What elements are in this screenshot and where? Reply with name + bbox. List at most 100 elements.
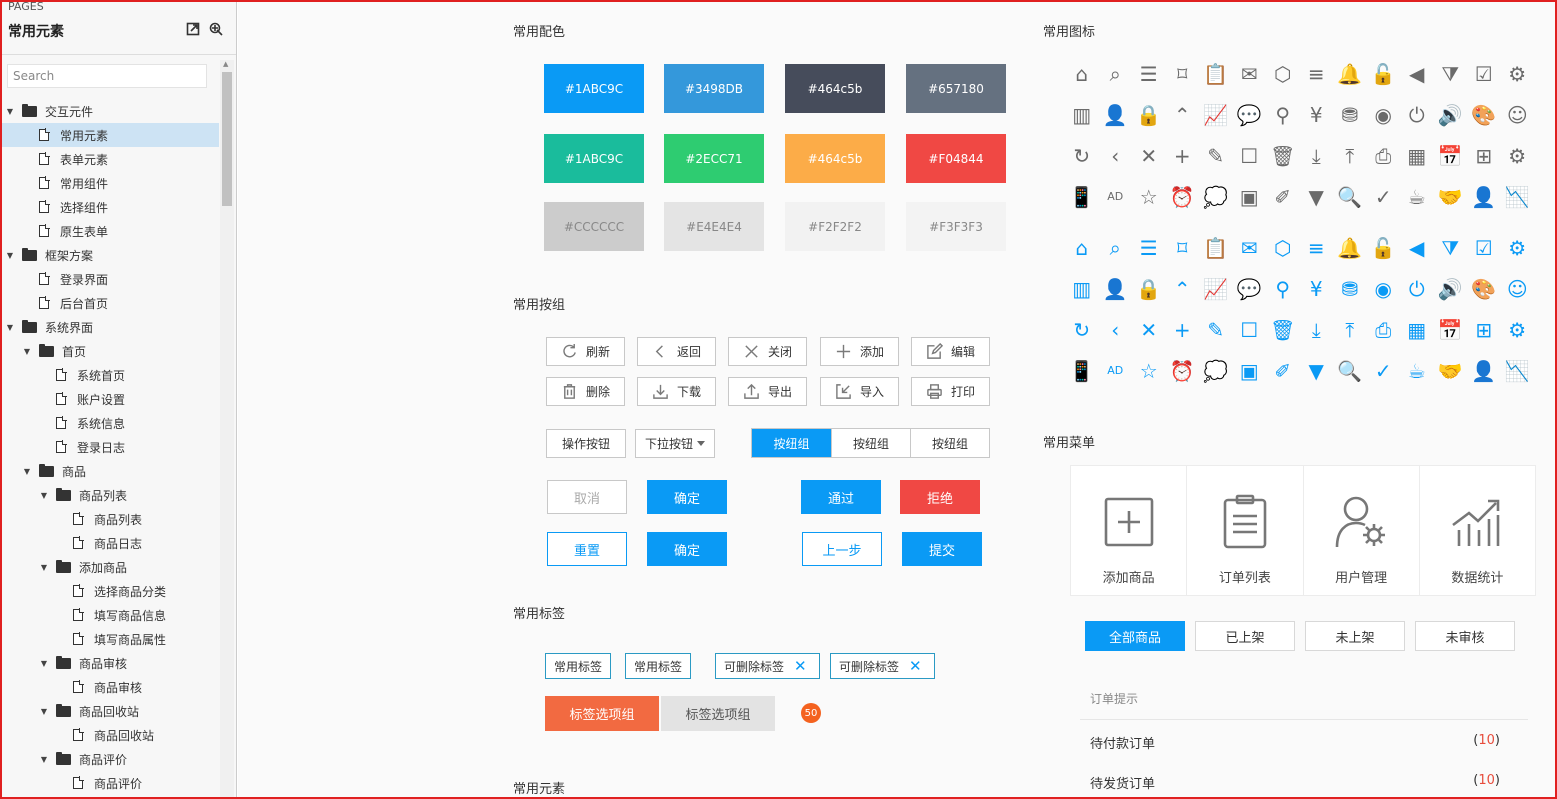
blue-glyph-icon[interactable]: ↻ (1065, 309, 1099, 350)
blue-glyph-icon[interactable]: ⤓ (1300, 309, 1334, 350)
tag-option-tab-active[interactable]: 标签选项组 (545, 696, 659, 731)
blue-glyph-icon[interactable]: ⤒ (1333, 309, 1367, 350)
segment-button-3[interactable]: 按纽组 (910, 429, 989, 457)
gray-glyph-icon[interactable]: 🔒 (1132, 94, 1166, 135)
submit-button[interactable]: 提交 (902, 532, 982, 566)
filter-tab-all[interactable]: 全部商品 (1085, 621, 1185, 651)
blue-glyph-icon[interactable]: ◀ (1400, 227, 1434, 268)
blue-glyph-icon[interactable]: ☐ (1233, 309, 1267, 350)
tree-folder[interactable]: ▼ 商品列表 (0, 483, 219, 507)
caret-down-icon[interactable]: ▼ (40, 755, 48, 764)
caret-down-icon[interactable]: ▼ (6, 323, 14, 332)
blue-glyph-icon[interactable]: ⚙ (1501, 309, 1535, 350)
gray-glyph-icon[interactable]: ✓ (1367, 176, 1401, 217)
blue-glyph-icon[interactable]: ☑ (1467, 227, 1501, 268)
blue-glyph-icon[interactable]: 📅 (1434, 309, 1468, 350)
tree-folder[interactable]: ▼ 商品回收站 (0, 699, 219, 723)
edit-button[interactable]: 编辑 (911, 337, 990, 366)
gray-glyph-icon[interactable]: ☆ (1132, 176, 1166, 217)
tag[interactable]: 常用标签 (545, 653, 612, 679)
gray-glyph-icon[interactable]: ⤓ (1300, 135, 1334, 176)
gray-glyph-icon[interactable]: ▣ (1233, 176, 1267, 217)
gray-glyph-icon[interactable]: 📈 (1199, 94, 1233, 135)
confirm-button-2[interactable]: 确定 (647, 532, 727, 566)
gray-glyph-icon[interactable]: ⊞ (1467, 135, 1501, 176)
tree-page[interactable]: 常用组件 (0, 171, 219, 195)
gray-glyph-icon[interactable]: ⌃ (1166, 94, 1200, 135)
dropdown-button[interactable]: 下拉按钮 (635, 429, 715, 458)
tree-page[interactable]: 后台首页 (0, 291, 219, 315)
tree-folder[interactable]: ▼ 商品审核 (0, 651, 219, 675)
blue-glyph-icon[interactable]: 👤 (1099, 268, 1133, 309)
filter-tab-unlisted[interactable]: 未上架 (1305, 621, 1405, 651)
blue-glyph-icon[interactable]: ▥ (1065, 268, 1099, 309)
caret-down-icon[interactable]: ▼ (6, 107, 14, 116)
blue-glyph-icon[interactable]: ⌕ (1099, 227, 1133, 268)
close-icon[interactable]: ✕ (909, 658, 922, 674)
blue-glyph-icon[interactable]: ☺ (1501, 268, 1535, 309)
caret-down-icon[interactable]: ▼ (6, 251, 14, 260)
tree-folder[interactable]: ▼ 添加商品 (0, 555, 219, 579)
blue-glyph-icon[interactable]: 🤝 (1434, 350, 1468, 391)
blue-glyph-icon[interactable]: + (1166, 309, 1200, 350)
gray-glyph-icon[interactable]: 👤 (1099, 94, 1133, 135)
caret-down-icon[interactable]: ▼ (40, 491, 48, 500)
blue-glyph-icon[interactable]: ✕ (1132, 309, 1166, 350)
tree-page[interactable]: 选择商品分类 (0, 579, 219, 603)
caret-down-icon[interactable]: ▼ (23, 467, 31, 476)
gray-glyph-icon[interactable]: 🔊 (1434, 94, 1468, 135)
gray-glyph-icon[interactable]: ⬡ (1266, 53, 1300, 94)
gray-glyph-icon[interactable]: + (1166, 135, 1200, 176)
gray-glyph-icon[interactable]: 👤 (1467, 176, 1501, 217)
tree-page[interactable]: 商品评价 (0, 771, 219, 795)
blue-glyph-icon[interactable]: ⛃ (1333, 268, 1367, 309)
gray-glyph-icon[interactable]: ⌂ (1065, 53, 1099, 94)
blue-glyph-icon[interactable]: ✓ (1367, 350, 1401, 391)
blue-glyph-icon[interactable]: ▦ (1400, 309, 1434, 350)
caret-down-icon[interactable]: ▼ (40, 563, 48, 572)
trash-button[interactable]: 删除 (546, 377, 625, 406)
filter-tab-listed[interactable]: 已上架 (1195, 621, 1295, 651)
blue-glyph-icon[interactable]: ⊞ (1467, 309, 1501, 350)
gray-glyph-icon[interactable]: ☑ (1467, 53, 1501, 94)
menu-item-user-management[interactable]: 用户管理 (1302, 466, 1419, 595)
gray-glyph-icon[interactable]: 📉 (1501, 176, 1535, 217)
gray-glyph-icon[interactable]: ‹ (1099, 135, 1133, 176)
tree-folder[interactable]: ▼ 系统界面 (0, 315, 219, 339)
blue-glyph-icon[interactable]: ✐ (1266, 350, 1300, 391)
tag-option-tab[interactable]: 标签选项组 (661, 696, 775, 731)
download-button[interactable]: 下载 (637, 377, 716, 406)
blue-glyph-icon[interactable]: ✉ (1233, 227, 1267, 268)
gray-glyph-icon[interactable]: 📱 (1065, 176, 1099, 217)
export-button[interactable]: 导出 (728, 377, 807, 406)
reset-button[interactable]: 重置 (547, 532, 627, 566)
tree-page[interactable]: 登录界面 (0, 267, 219, 291)
blue-glyph-icon[interactable]: 🗑 (1266, 309, 1300, 350)
blue-glyph-icon[interactable]: ✎ (1199, 309, 1233, 350)
segment-button-1[interactable]: 按纽组 (752, 429, 831, 457)
blue-glyph-icon[interactable]: ‹ (1099, 309, 1133, 350)
order-row[interactable]: 待发货订单 (10) (1090, 773, 1500, 792)
blue-glyph-icon[interactable]: ⎙ (1367, 309, 1401, 350)
blue-glyph-icon[interactable]: 🔒 (1132, 268, 1166, 309)
gray-glyph-icon[interactable]: ⚙ (1501, 53, 1535, 94)
blue-glyph-icon[interactable]: 💬 (1233, 268, 1267, 309)
gray-glyph-icon[interactable]: ⤒ (1333, 135, 1367, 176)
blue-glyph-icon[interactable]: 📉 (1501, 350, 1535, 391)
caret-down-icon[interactable]: ▼ (23, 347, 31, 356)
gray-glyph-icon[interactable]: ⏰ (1166, 176, 1200, 217)
gray-glyph-icon[interactable]: 💬 (1233, 94, 1267, 135)
gray-glyph-icon[interactable]: ☕ (1400, 176, 1434, 217)
gray-glyph-icon[interactable]: ⚙ (1501, 135, 1535, 176)
action-button[interactable]: 操作按钮 (546, 429, 626, 458)
scroll-up-arrow-icon[interactable]: ▲ (223, 60, 228, 68)
tree-page[interactable]: 系统首页 (0, 363, 219, 387)
close-button[interactable]: 关闭 (728, 337, 807, 366)
gray-glyph-icon[interactable]: ⌑ (1166, 53, 1200, 94)
gray-glyph-icon[interactable]: ▦ (1400, 135, 1434, 176)
confirm-button[interactable]: 确定 (647, 480, 727, 514)
menu-item-statistics[interactable]: 数据统计 (1418, 466, 1535, 595)
blue-glyph-icon[interactable]: ¥ (1300, 268, 1334, 309)
blue-glyph-icon[interactable]: ☕ (1400, 350, 1434, 391)
blue-glyph-icon[interactable]: ◉ (1367, 268, 1401, 309)
